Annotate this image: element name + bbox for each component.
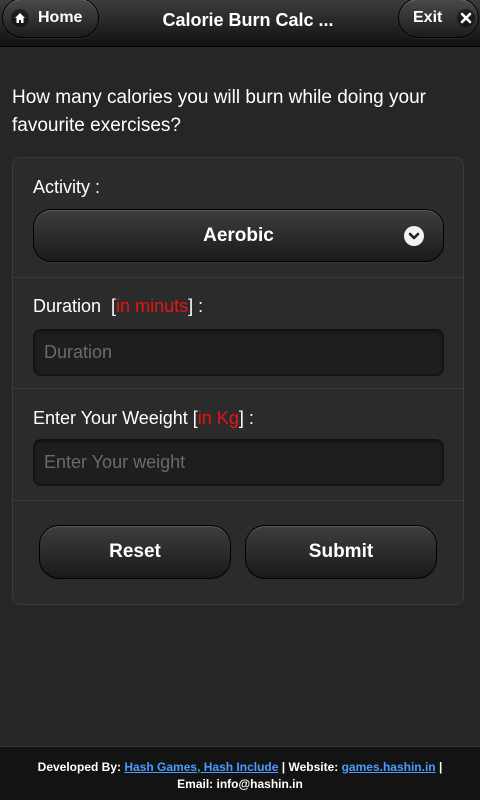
- website-link[interactable]: games.hashin.in: [342, 760, 436, 774]
- intro-text: How many calories you will burn while do…: [12, 87, 426, 136]
- footer-credits: Developed By: Hash Games, Hash Include |…: [37, 760, 443, 774]
- home-icon: [11, 9, 29, 27]
- duration-label: Duration [in minuts] :: [33, 296, 204, 316]
- duration-label-text: Duration: [33, 296, 102, 316]
- weight-label-text: Enter Your Weeight: [33, 408, 188, 428]
- footer-email: Email: info@hashin.in: [177, 777, 303, 791]
- website-label: Website:: [288, 760, 339, 774]
- close-icon: [457, 9, 476, 27]
- duration-unit: in minuts: [116, 296, 189, 316]
- developed-by-label: Developed By:: [37, 760, 122, 774]
- activity-select-value: Aerobic: [203, 225, 274, 246]
- footer: Developed By: Hash Games, Hash Include |…: [0, 746, 480, 800]
- weight-input[interactable]: [33, 439, 444, 486]
- home-button-label: Home: [38, 9, 83, 26]
- weight-unit: in Kg: [197, 408, 239, 428]
- developer-link[interactable]: Hash Games, Hash Include: [124, 760, 278, 774]
- exit-button[interactable]: Exit: [398, 0, 479, 38]
- calculator-form: Activity : Aerobic Duration [in minuts] …: [12, 157, 464, 605]
- duration-input[interactable]: [33, 329, 444, 376]
- exit-button-label: Exit: [413, 9, 443, 26]
- divider: [13, 277, 463, 278]
- divider: [13, 388, 463, 389]
- chevron-down-icon: [404, 226, 424, 246]
- home-button[interactable]: Home: [2, 0, 99, 38]
- submit-button[interactable]: Submit: [245, 525, 437, 579]
- reset-button[interactable]: Reset: [39, 525, 231, 579]
- page-title: Calorie Burn Calc ...: [162, 10, 334, 30]
- app-header: Home Calorie Burn Calc ... Exit: [0, 0, 480, 47]
- activity-label: Activity :: [33, 177, 101, 197]
- divider: [13, 500, 463, 501]
- weight-label: Enter Your Weeight [in Kg] :: [33, 408, 254, 428]
- activity-select[interactable]: Aerobic: [33, 209, 444, 262]
